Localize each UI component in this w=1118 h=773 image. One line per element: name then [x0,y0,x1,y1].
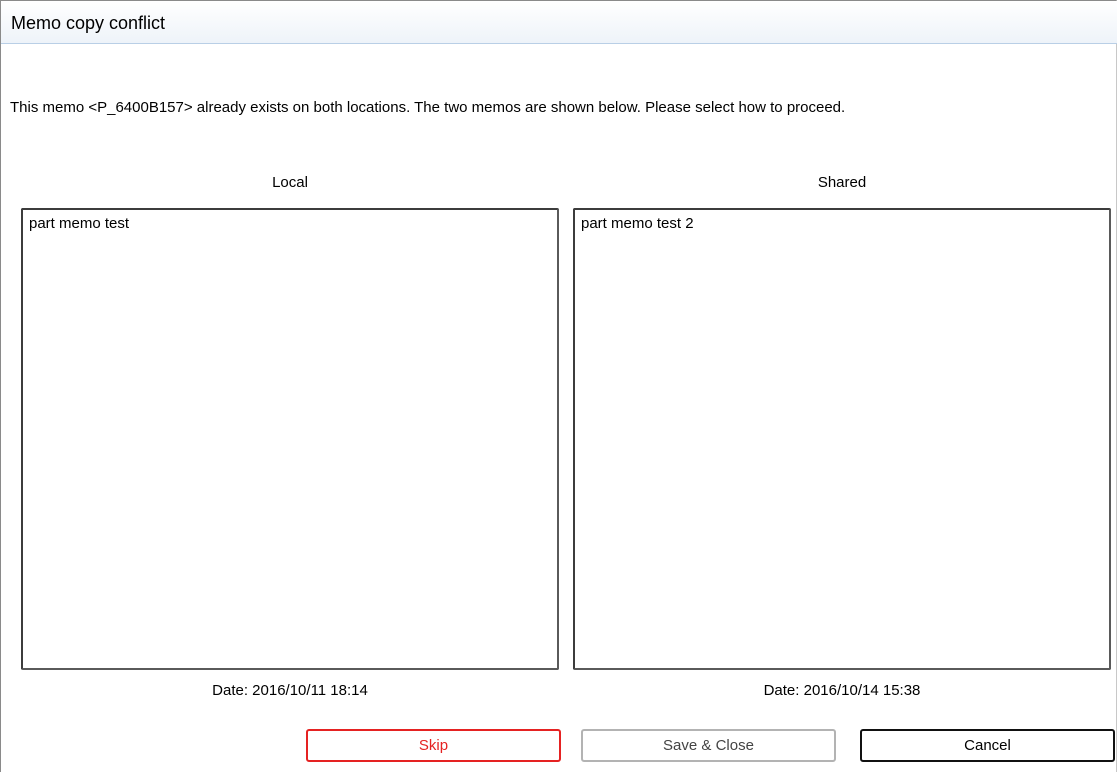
title-bar[interactable]: Memo copy conflict [1,1,1117,44]
shared-memo-content: part memo test 2 [581,215,694,232]
local-date: Date: 2016/10/11 18:14 [212,682,368,699]
skip-button[interactable]: Skip [306,729,561,762]
local-memo-textarea[interactable]: part memo test [21,208,559,670]
dialog-title: Memo copy conflict [11,13,166,33]
conflict-message: This memo <P_6400B157> already exists on… [10,99,846,116]
shared-date: Date: 2016/10/14 15:38 [763,682,921,699]
cancel-button[interactable]: Cancel [860,729,1115,762]
shared-label: Shared [817,174,867,191]
memo-conflict-dialog: Memo copy conflict This memo <P_6400B157… [0,0,1117,772]
local-memo-content: part memo test [29,215,130,232]
save-close-button[interactable]: Save & Close [581,729,836,762]
shared-memo-textarea[interactable]: part memo test 2 [573,208,1111,670]
local-label: Local [272,174,308,191]
